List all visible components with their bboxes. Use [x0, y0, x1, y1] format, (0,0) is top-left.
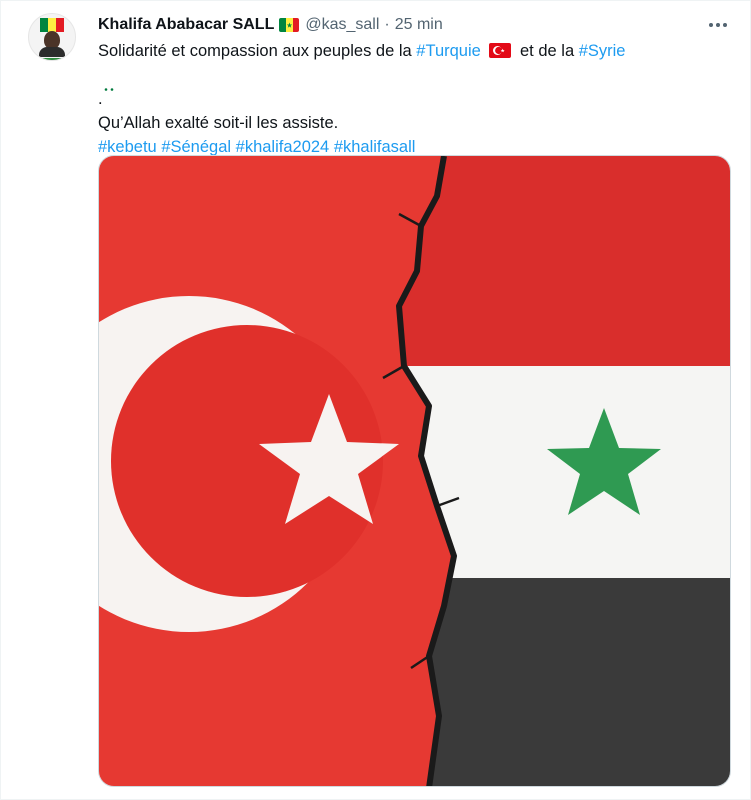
tweet-text: Solidarité et compassion aux peuples de …	[98, 39, 718, 159]
hashtag-syrie[interactable]: #Syrie	[579, 42, 626, 60]
separator-dot: ·	[384, 16, 390, 33]
tweet-card[interactable]: Khalifa Ababacar SALL @kas_sall · 25 min…	[0, 0, 751, 800]
tweet-line-2: Qu’Allah exalté soit-il les assiste.	[98, 114, 339, 132]
text-segment: Solidarité et compassion aux peuples de …	[98, 42, 412, 60]
hashtag-kebetu[interactable]: #kebetu	[98, 138, 157, 156]
tweet-header: Khalifa Ababacar SALL @kas_sall · 25 min	[98, 14, 443, 36]
author-avatar[interactable]	[28, 13, 76, 61]
hashtag-senegal[interactable]: #Sénégal	[161, 138, 231, 156]
tweet-line-1: Solidarité et compassion aux peuples de …	[98, 39, 718, 87]
tweet-image[interactable]	[98, 155, 731, 787]
hashtag-khalifa2024[interactable]: #khalifa2024	[236, 138, 330, 156]
author-handle[interactable]: @kas_sall	[305, 16, 379, 34]
flags-illustration	[99, 156, 730, 786]
author-name[interactable]: Khalifa Ababacar SALL	[98, 16, 274, 34]
syria-flag-icon	[102, 67, 124, 82]
turkey-flag-icon	[489, 43, 512, 58]
avatar-flag	[40, 18, 64, 32]
hashtag-khalifasall[interactable]: #khalifasall	[334, 138, 416, 156]
text-segment: .	[98, 90, 103, 108]
timestamp[interactable]: 25 min	[395, 16, 443, 34]
avatar-caption	[37, 58, 69, 60]
hashtag-turquie[interactable]: #Turquie	[416, 42, 481, 60]
avatar-shirt	[39, 47, 65, 57]
more-options-icon[interactable]	[701, 11, 735, 39]
text-segment: et de la	[520, 42, 575, 60]
senegal-flag-icon	[279, 18, 300, 32]
